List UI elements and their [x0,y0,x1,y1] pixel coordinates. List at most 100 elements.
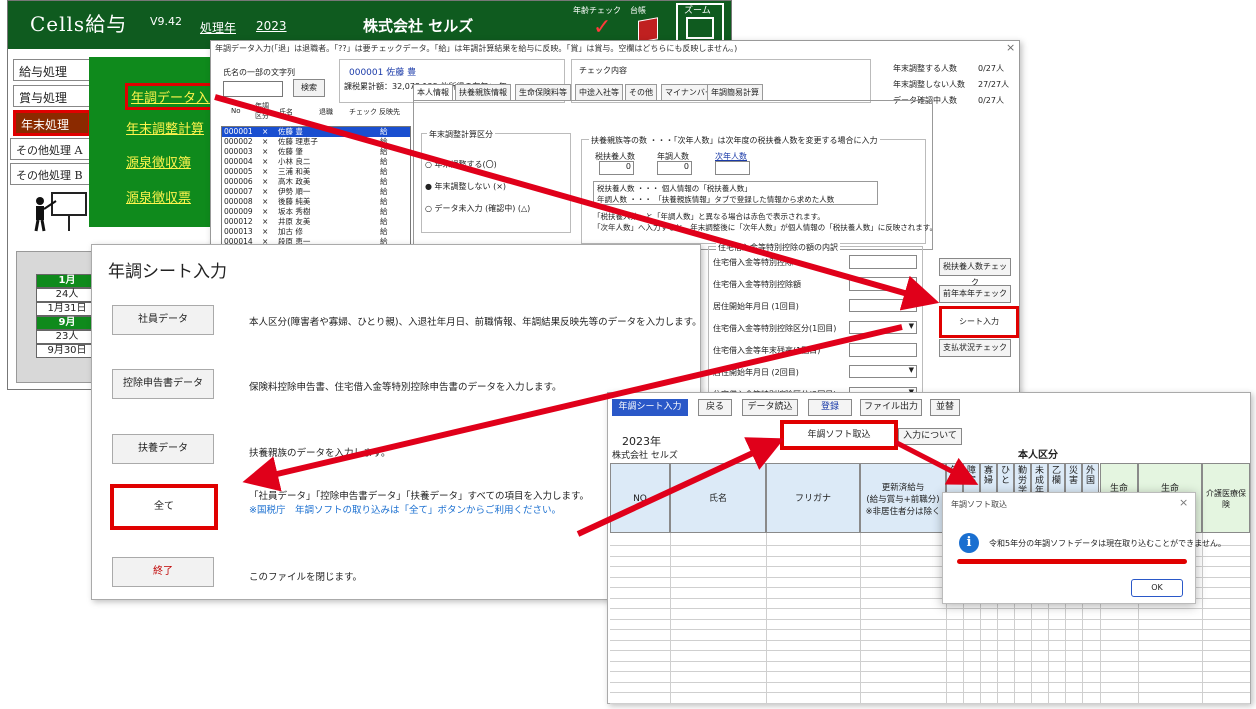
dependents-data-desc: 扶養親族のデータを入力します。 [249,448,391,459]
menu-other-b-button[interactable]: その他処理 B [10,163,92,185]
nencho-soft-import-button[interactable]: 年調ソフト取込 [780,420,898,450]
fiscal-year-label: 処理年 [200,21,237,35]
grid-col-line [670,533,671,703]
gensen-book-link[interactable]: 源泉徴収簿 [126,152,191,171]
nencho-sheet-tab[interactable]: 年調シート入力 [612,399,688,416]
grid-row-line [610,681,1250,683]
back-button[interactable]: 戻る [698,399,732,416]
file-output-button[interactable]: ファイル出力 [860,399,922,416]
dependents-title: 扶養親族等の数 ・・・「次年人数」は次年度の税扶養人数を変更する場合に入力 [589,135,880,146]
close-icon[interactable]: × [1179,496,1188,509]
radio-adjust-no[interactable]: ● 年末調整しない (×) [425,181,506,192]
employee-no: 000004 [224,157,253,166]
employee-name: 佐藤 肇 [278,147,303,156]
checkmark-icon[interactable]: ✓ [593,15,611,40]
housing-input[interactable] [849,343,917,357]
grid-col-line [860,533,861,703]
housing-dropdown[interactable]: ▼ [849,365,917,378]
window-hint-text: 年調データ入力(「退」は退職者。「??」は要チェックデータ。「給」は年調計算結果… [215,44,738,53]
employee-row[interactable]: 000002 × 佐藤 理恵子 給 [222,137,410,147]
employee-dest: 給 [380,167,388,176]
count-no-adjust: 年末調整しない人数 27/27人 [893,79,1009,90]
dependents-data-button[interactable]: 扶養データ [112,434,214,464]
nencho-calc-link[interactable]: 年末調整計算 [126,118,204,137]
search-input[interactable] [223,81,283,97]
employee-row[interactable]: 000006 × 高木 政美 給 [222,177,410,187]
employee-mark: × [262,197,269,206]
app-title: Cells給与 [30,12,128,36]
employee-mark: × [262,187,269,196]
count-adjust: 年末調整する人数 0/27人 [893,63,1004,74]
tab-3[interactable]: 中途入社等 [575,84,623,100]
employee-mark: × [262,167,269,176]
employee-row[interactable]: 000012 × 井原 友美 給 [222,217,410,227]
tab-6[interactable]: 年調簡易計算 [707,84,763,100]
exit-button[interactable]: 終了 [112,557,214,587]
tab-1[interactable]: 扶養親族情報 [455,84,511,100]
count-label: 年末調整する人数 [893,64,957,73]
header-line: ※非居住者分は除く [865,507,941,517]
housing-dropdown[interactable]: ▼ [849,299,917,312]
menu-shoyo-button[interactable]: 賞与処理 [13,85,91,107]
employee-no: 000006 [224,177,253,186]
close-icon[interactable]: × [1006,41,1015,54]
fiscal-year-value[interactable]: 2023 [256,19,287,33]
payment-status-check-button[interactable]: 支払状況チェック [939,339,1011,357]
employee-data-button[interactable]: 社員データ [112,305,214,335]
employee-row[interactable]: 000005 × 三浦 和美 給 [222,167,410,177]
employee-mark: × [262,157,269,166]
radio-adjust-yes[interactable]: ○ 年末調整する(〇) [425,159,497,170]
employee-row[interactable]: 000003 × 佐藤 肇 給 [222,147,410,157]
housing-input[interactable] [849,277,917,291]
grid-row-line [610,618,1250,620]
employee-row[interactable]: 000008 × 後藤 純美 給 [222,197,410,207]
menu-nenmatsu-button[interactable]: 年末処理 [13,110,91,136]
col-hanei: 反映先 [379,108,400,116]
employee-mark: × [262,127,269,136]
employee-row[interactable]: 000013 × 加古 修 給 [222,227,410,237]
col-name: 氏名 [279,108,293,116]
employee-row[interactable]: 000004 × 小林 良二 給 [222,157,410,167]
employee-no: 000002 [224,137,253,146]
employee-mark: × [262,227,269,236]
dep-tax-value: 0 [599,161,634,175]
tab-2[interactable]: 生命保険料等 [515,84,571,100]
radio-adjust-pending[interactable]: ○ データ未入力 (確認中) (△) [425,203,530,214]
tab-0[interactable]: 本人情報 [413,84,453,100]
book-icon[interactable] [638,17,658,43]
about-input-button[interactable]: 入力について [898,428,962,445]
register-button[interactable]: 登録 [808,399,852,416]
sheet-input-button[interactable]: シート入力 [939,306,1019,338]
employee-name: 後藤 純美 [278,197,311,206]
employee-list[interactable]: 000001 × 佐藤 豊給 000002 × 佐藤 理恵子給 000003 × 佐藤 肇給 00… [221,126,411,248]
gensen-slip-link[interactable]: 源泉徴収票 [126,187,191,206]
dependents-note-box: 税扶養人数 ・・・ 個人情報の「税扶養人数」 年調人数 ・・・ 「扶養親族情報」… [593,181,878,205]
sort-button[interactable]: 並替 [930,399,960,416]
all-data-button[interactable]: 全て [110,484,218,530]
employee-mark: × [262,207,269,216]
grid-row-line [610,639,1250,641]
load-data-button[interactable]: データ読込 [742,399,798,416]
search-button[interactable]: 検索 [293,79,325,97]
person-type-section-label: 本人区分 [1018,450,1058,461]
grid-row-line [610,660,1250,662]
housing-input[interactable] [849,255,917,269]
tab-4[interactable]: その他 [625,84,657,100]
prev-year-check-button[interactable]: 前年本年チェック [939,285,1011,303]
dep-next-input[interactable] [715,161,750,175]
employee-dest: 給 [380,137,388,146]
employee-row[interactable]: 000001 × 佐藤 豊 給 [222,127,410,137]
dependents-check-button[interactable]: 税扶養人数チェック [939,258,1011,287]
menu-kyuyo-button[interactable]: 給与処理 [13,59,91,81]
employee-name: 伊勢 順一 [278,187,311,196]
menu-other-a-button[interactable]: その他処理 A [10,138,92,160]
employee-row[interactable]: 000009 × 坂本 秀樹 給 [222,207,410,217]
ok-button[interactable]: OK [1131,579,1183,597]
employee-row[interactable]: 000007 × 伊勢 順一 給 [222,187,410,197]
deduction-data-button[interactable]: 控除申告書データ [112,369,214,399]
housing-dropdown[interactable]: ▼ [849,321,917,334]
company-name: 株式会社 セルズ [363,17,474,35]
employee-mark: × [262,147,269,156]
col-no: No [231,107,241,115]
employee-dest: 給 [380,177,388,186]
